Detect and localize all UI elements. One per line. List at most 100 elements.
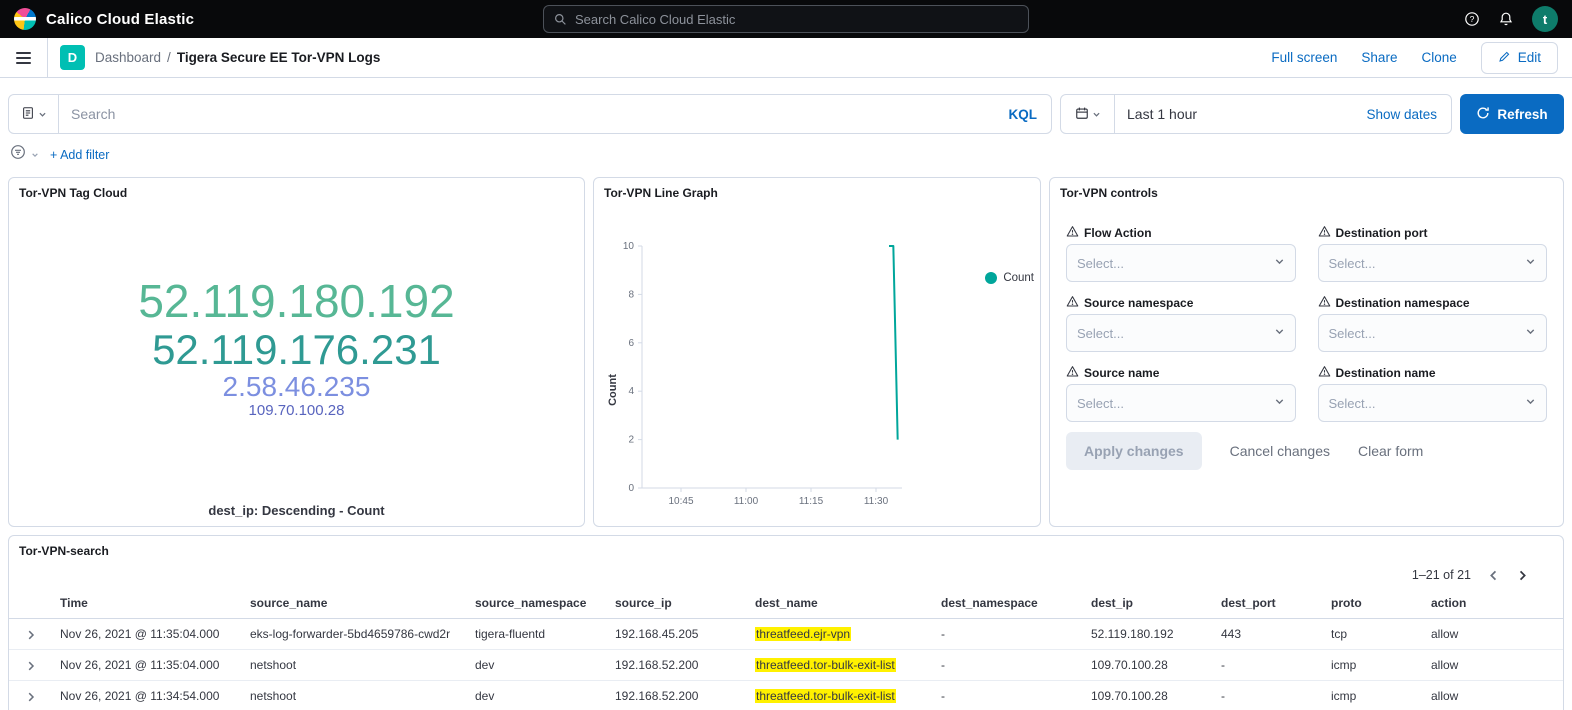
- tag-cloud-term[interactable]: 52.119.180.192: [138, 277, 454, 327]
- chart-legend[interactable]: Count: [985, 272, 1034, 284]
- control-select[interactable]: Select...: [1066, 384, 1296, 422]
- user-avatar[interactable]: t: [1532, 6, 1558, 32]
- expand-row-button[interactable]: [25, 691, 37, 703]
- cell-dest_port: 443: [1214, 619, 1324, 650]
- expand-row-button[interactable]: [25, 629, 37, 641]
- panel-title: Tor-VPN Tag Cloud: [9, 178, 584, 208]
- cell-source_ip: 192.168.52.200: [608, 681, 748, 710]
- pencil-icon: [1498, 50, 1511, 66]
- cancel-changes-button[interactable]: Cancel changes: [1230, 443, 1330, 459]
- saved-query-menu-button[interactable]: [9, 95, 59, 133]
- filter-options-icon[interactable]: [10, 144, 26, 165]
- tag-cloud-term[interactable]: 2.58.46.235: [223, 372, 371, 402]
- chevron-down-icon: [31, 146, 39, 164]
- cell-dest_ip: 109.70.100.28: [1084, 681, 1214, 710]
- column-header-source_namespace[interactable]: source_namespace: [468, 588, 608, 619]
- column-header-dest_name[interactable]: dest_name: [748, 588, 934, 619]
- cell-source_name: eks-log-forwarder-5bd4659786-cwd2r: [243, 619, 468, 650]
- svg-text:11:30: 11:30: [864, 496, 889, 507]
- full-screen-link[interactable]: Full screen: [1271, 50, 1337, 65]
- breadcrumb-current: Tigera Secure EE Tor-VPN Logs: [177, 50, 381, 65]
- column-header-dest_namespace[interactable]: dest_namespace: [934, 588, 1084, 619]
- global-search-input[interactable]: [575, 12, 1018, 27]
- calendar-icon: [1075, 106, 1089, 123]
- table-row[interactable]: Nov 26, 2021 @ 11:35:04.000netshootdev19…: [9, 650, 1563, 681]
- svg-text:10:45: 10:45: [668, 496, 693, 507]
- control-select[interactable]: Select...: [1066, 314, 1296, 352]
- svg-text:11:15: 11:15: [799, 496, 824, 507]
- svg-text:8: 8: [628, 289, 634, 300]
- column-header-dest_ip[interactable]: dest_ip: [1084, 588, 1214, 619]
- warning-icon: [1318, 365, 1331, 381]
- column-header-source_name[interactable]: source_name: [243, 588, 468, 619]
- global-search[interactable]: [543, 5, 1029, 33]
- cell-action: allow: [1424, 619, 1563, 650]
- control-select[interactable]: Select...: [1318, 384, 1548, 422]
- chevron-down-icon: [1525, 324, 1536, 342]
- control-select[interactable]: Select...: [1318, 314, 1548, 352]
- column-header-Time[interactable]: Time: [53, 588, 243, 619]
- cell-source_namespace: tigera-fluentd: [468, 619, 608, 650]
- column-header-source_ip[interactable]: source_ip: [608, 588, 748, 619]
- cell-source_namespace: dev: [468, 681, 608, 710]
- dashboard-actions: Full screen Share Clone Edit: [1271, 42, 1558, 74]
- add-filter-link[interactable]: + Add filter: [50, 148, 109, 162]
- chevron-down-icon: [1274, 394, 1285, 412]
- tag-cloud-term[interactable]: 109.70.100.28: [249, 403, 345, 419]
- cell-dest_port: -: [1214, 681, 1324, 710]
- help-icon[interactable]: ?: [1464, 11, 1480, 27]
- deployment-name: Calico Cloud Elastic: [46, 11, 194, 28]
- cell-Time: Nov 26, 2021 @ 11:35:04.000: [53, 619, 243, 650]
- chevron-down-icon: [1525, 254, 1536, 272]
- control-select[interactable]: Select...: [1066, 244, 1296, 282]
- refresh-label: Refresh: [1497, 107, 1547, 122]
- refresh-button[interactable]: Refresh: [1460, 94, 1564, 134]
- panel-tag-cloud: Tor-VPN Tag Cloud 52.119.180.19252.119.1…: [8, 177, 585, 527]
- menu-button[interactable]: [0, 38, 48, 77]
- notifications-icon[interactable]: [1498, 11, 1514, 27]
- header-left: Calico Cloud Elastic: [14, 8, 543, 30]
- cell-proto: tcp: [1324, 619, 1424, 650]
- table-row[interactable]: Nov 26, 2021 @ 11:35:04.000eks-log-forwa…: [9, 619, 1563, 650]
- breadcrumb-dashboard[interactable]: Dashboard: [95, 50, 161, 65]
- select-placeholder: Select...: [1329, 396, 1376, 411]
- apply-changes-button[interactable]: Apply changes: [1066, 432, 1202, 470]
- next-page-button[interactable]: [1516, 569, 1529, 582]
- edit-label: Edit: [1518, 50, 1541, 65]
- panel-title: Tor-VPN-search: [9, 536, 1563, 566]
- tag-cloud-term[interactable]: 52.119.176.231: [152, 327, 441, 372]
- y-axis-label: Count: [607, 269, 619, 511]
- show-dates-link[interactable]: Show dates: [1352, 107, 1451, 122]
- control-group: Destination port Select...: [1318, 226, 1548, 282]
- expand-row-button[interactable]: [25, 660, 37, 672]
- edit-button[interactable]: Edit: [1481, 42, 1558, 74]
- svg-text:0: 0: [628, 483, 634, 494]
- query-language-button[interactable]: KQL: [995, 107, 1052, 122]
- pagination: 1–21 of 21: [9, 566, 1563, 588]
- chevron-down-icon: [38, 107, 47, 122]
- time-range-value[interactable]: Last 1 hour: [1115, 106, 1352, 122]
- query-bar-row: KQL Last 1 hour Show dates Refresh: [8, 94, 1564, 134]
- share-link[interactable]: Share: [1361, 50, 1397, 65]
- controls-actions: Apply changes Cancel changes Clear form: [1066, 432, 1547, 470]
- control-select[interactable]: Select...: [1318, 244, 1548, 282]
- control-group: Source namespaceSelect...: [1066, 296, 1296, 352]
- cell-Time: Nov 26, 2021 @ 11:34:54.000: [53, 681, 243, 710]
- clone-link[interactable]: Clone: [1421, 50, 1456, 65]
- line-chart-area: 024681010:4511:0011:1511:30 Count start_…: [602, 236, 1040, 536]
- column-header-action[interactable]: action: [1424, 588, 1563, 619]
- clear-form-button[interactable]: Clear form: [1358, 443, 1423, 459]
- control-label-text: Destination port: [1336, 226, 1428, 240]
- column-header-dest_port[interactable]: dest_port: [1214, 588, 1324, 619]
- query-input[interactable]: [59, 106, 995, 122]
- control-label-text: Flow Action: [1084, 226, 1152, 240]
- prev-page-button[interactable]: [1487, 569, 1500, 582]
- menu-icon: [16, 49, 31, 67]
- control-label: Destination port: [1318, 226, 1548, 240]
- highlighted-value: threatfeed.ejr-vpn: [755, 627, 851, 641]
- svg-text:?: ?: [1470, 14, 1475, 24]
- table-row[interactable]: Nov 26, 2021 @ 11:34:54.000netshootdev19…: [9, 681, 1563, 710]
- column-header-proto[interactable]: proto: [1324, 588, 1424, 619]
- date-quick-menu-button[interactable]: [1061, 95, 1115, 133]
- select-placeholder: Select...: [1329, 256, 1376, 271]
